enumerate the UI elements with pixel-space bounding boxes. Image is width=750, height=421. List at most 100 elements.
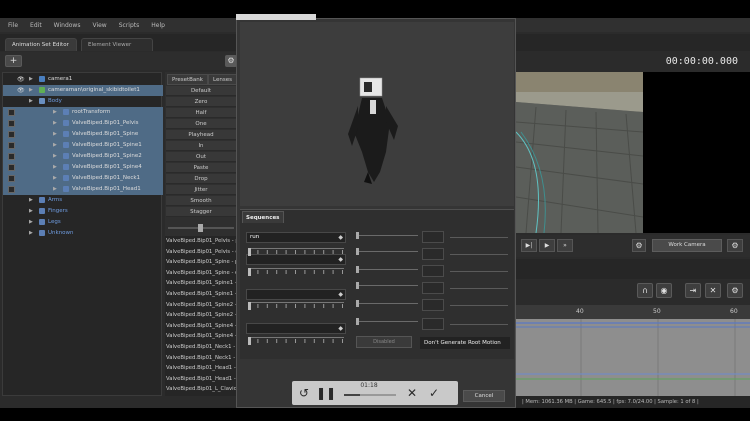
tab-lenses[interactable]: Lenses bbox=[208, 74, 237, 85]
tree-row[interactable]: 👁 ▶ cameraman\original_skibidtoilet1 bbox=[3, 85, 163, 96]
preset-button[interactable]: In bbox=[166, 141, 236, 151]
tree-row[interactable]: ▶ Body bbox=[3, 96, 163, 107]
pause-icon[interactable]: ❚❚ bbox=[316, 384, 336, 402]
visibility-icon[interactable]: 👁 bbox=[17, 74, 25, 85]
control-list-item[interactable]: ValveBiped.Bip01_L_Clavicle bbox=[165, 384, 237, 395]
tab-sequences[interactable]: Sequences bbox=[242, 211, 284, 223]
tree-row[interactable]: ▶ Unknown bbox=[3, 228, 163, 239]
play-icon[interactable]: ▶ bbox=[539, 239, 555, 252]
menu-scripts[interactable]: Scripts bbox=[119, 22, 140, 29]
control-list-item[interactable]: ValveBiped.Bip01_Spine - o bbox=[165, 268, 237, 279]
row-checkbox[interactable] bbox=[8, 186, 15, 193]
snap-icon[interactable]: ◉ bbox=[656, 283, 672, 298]
sequence-select[interactable]: ◆ bbox=[246, 323, 346, 334]
preset-button[interactable]: Half bbox=[166, 108, 236, 118]
parameter-value-field[interactable] bbox=[422, 299, 444, 311]
preset-button[interactable]: Playhead bbox=[166, 130, 236, 140]
parameter-slider[interactable] bbox=[356, 232, 418, 239]
tree-row[interactable]: ▶ ValveBiped.Bip01_Pelvis bbox=[3, 118, 163, 129]
parameter-slider[interactable] bbox=[356, 266, 418, 273]
menu-windows[interactable]: Windows bbox=[54, 22, 81, 29]
row-checkbox[interactable] bbox=[8, 153, 15, 160]
cancel-button[interactable]: Cancel bbox=[463, 390, 505, 402]
control-list-item[interactable]: ValveBiped.Bip01_Head1 - p bbox=[165, 363, 237, 374]
tree-row[interactable]: ▶ ValveBiped.Bip01_Spine2 bbox=[3, 151, 163, 162]
tree-row[interactable]: ▶ Fingers bbox=[3, 206, 163, 217]
magnet-icon[interactable]: ∩ bbox=[637, 283, 653, 298]
expand-icon[interactable]: ▶ bbox=[53, 184, 57, 195]
expand-icon[interactable]: ▶ bbox=[29, 85, 33, 96]
row-checkbox[interactable] bbox=[8, 175, 15, 182]
close-icon[interactable]: ✕ bbox=[404, 384, 420, 402]
parameter-value-field[interactable] bbox=[422, 282, 444, 294]
row-checkbox[interactable] bbox=[8, 131, 15, 138]
fast-forward-icon[interactable]: » bbox=[557, 239, 573, 252]
expand-icon[interactable]: ▶ bbox=[53, 129, 57, 140]
tree-row[interactable]: ▶ ValveBiped.Bip01_Head1 bbox=[3, 184, 163, 195]
control-list-item[interactable]: ValveBiped.Bip01_Spine - p bbox=[165, 257, 237, 268]
gear-icon[interactable]: ⚙ bbox=[727, 283, 743, 298]
row-checkbox[interactable] bbox=[8, 120, 15, 127]
preset-button[interactable]: One bbox=[166, 119, 236, 129]
expand-icon[interactable]: ▶ bbox=[29, 96, 33, 107]
visibility-icon[interactable]: 👁 bbox=[17, 85, 25, 96]
parameter-slider[interactable] bbox=[356, 282, 418, 289]
weight-slider[interactable] bbox=[248, 337, 344, 345]
timeline-ruler[interactable] bbox=[516, 305, 750, 319]
control-list-item[interactable]: ValveBiped.Bip01_Spine1 - o bbox=[165, 289, 237, 300]
expand-icon[interactable]: ▶ bbox=[29, 206, 33, 217]
tree-row[interactable]: ▶ Arms bbox=[3, 195, 163, 206]
add-button[interactable]: + bbox=[5, 55, 22, 67]
tab-element-viewer[interactable]: Element Viewer bbox=[81, 38, 153, 51]
tree-row[interactable]: ▶ ValveBiped.Bip01_Spine bbox=[3, 129, 163, 140]
work-camera-button[interactable]: Work Camera bbox=[652, 239, 722, 252]
tab-preset-bank[interactable]: PresetBank bbox=[167, 74, 208, 85]
model-preview[interactable] bbox=[240, 22, 514, 206]
tree-row[interactable]: ▶ rootTransform bbox=[3, 107, 163, 118]
control-list-item[interactable]: ValveBiped.Bip01_Spine4 - o bbox=[165, 331, 237, 342]
preset-button[interactable]: Smooth bbox=[166, 196, 236, 206]
preset-button[interactable]: Default bbox=[166, 86, 236, 96]
viewport-settings-icon[interactable]: ⚙ bbox=[632, 239, 646, 252]
control-list-item[interactable]: ValveBiped.Bip01_Spine2 - o bbox=[165, 310, 237, 321]
expand-icon[interactable]: ▶ bbox=[53, 118, 57, 129]
replay-icon[interactable]: ↺ bbox=[296, 384, 312, 402]
step-back-icon[interactable]: ▶| bbox=[521, 239, 537, 252]
tree-row[interactable]: 👁 ▶ camera1 bbox=[3, 74, 163, 85]
preset-button[interactable]: Paste bbox=[166, 163, 236, 173]
menu-help[interactable]: Help bbox=[151, 22, 165, 29]
expand-icon[interactable]: ▶ bbox=[29, 228, 33, 239]
mute-icon[interactable]: ✕ bbox=[705, 283, 721, 298]
row-checkbox[interactable] bbox=[8, 164, 15, 171]
check-icon[interactable]: ✓ bbox=[426, 384, 442, 402]
expand-icon[interactable]: ▶ bbox=[53, 173, 57, 184]
expand-icon[interactable]: ▶ bbox=[53, 107, 57, 118]
timeline-graph[interactable] bbox=[516, 319, 750, 398]
control-list-item[interactable]: ValveBiped.Bip01_Spine2 - p bbox=[165, 300, 237, 311]
row-checkbox[interactable] bbox=[8, 142, 15, 149]
parameter-slider[interactable] bbox=[356, 248, 418, 255]
preset-button[interactable]: Out bbox=[166, 152, 236, 162]
control-list-item[interactable]: ValveBiped.Bip01_Neck1 - p bbox=[165, 342, 237, 353]
expand-icon[interactable]: ▶ bbox=[53, 140, 57, 151]
weight-slider[interactable] bbox=[248, 268, 344, 276]
menu-file[interactable]: File bbox=[8, 22, 18, 29]
parameter-value-field[interactable] bbox=[422, 248, 444, 260]
control-list-item[interactable]: ValveBiped.Bip01_Spine4 - p bbox=[165, 321, 237, 332]
expand-icon[interactable]: ▶ bbox=[29, 217, 33, 228]
weight-slider[interactable] bbox=[248, 302, 344, 310]
parameter-slider[interactable] bbox=[356, 318, 418, 325]
control-list-item[interactable]: ValveBiped.Bip01_Pelvis - o bbox=[165, 247, 237, 258]
expand-icon[interactable]: ▶ bbox=[53, 151, 57, 162]
preset-button[interactable]: Stagger bbox=[166, 207, 236, 217]
control-list-item[interactable]: ValveBiped.Bip01_Neck1 - o bbox=[165, 353, 237, 364]
weight-slider[interactable] bbox=[248, 248, 344, 256]
preset-button[interactable]: Jitter bbox=[166, 185, 236, 195]
dont-generate-root-motion-checkbox[interactable]: Don't Generate Root Motion bbox=[420, 337, 510, 349]
parameter-value-field[interactable] bbox=[422, 318, 444, 330]
control-list-item[interactable]: ValveBiped.Bip01_Head1 - o bbox=[165, 374, 237, 385]
viewport-3d[interactable] bbox=[516, 72, 643, 233]
expand-icon[interactable]: ▶ bbox=[53, 162, 57, 173]
tree-row[interactable]: ▶ Legs bbox=[3, 217, 163, 228]
sequence-select[interactable]: run ◆ bbox=[246, 232, 346, 243]
